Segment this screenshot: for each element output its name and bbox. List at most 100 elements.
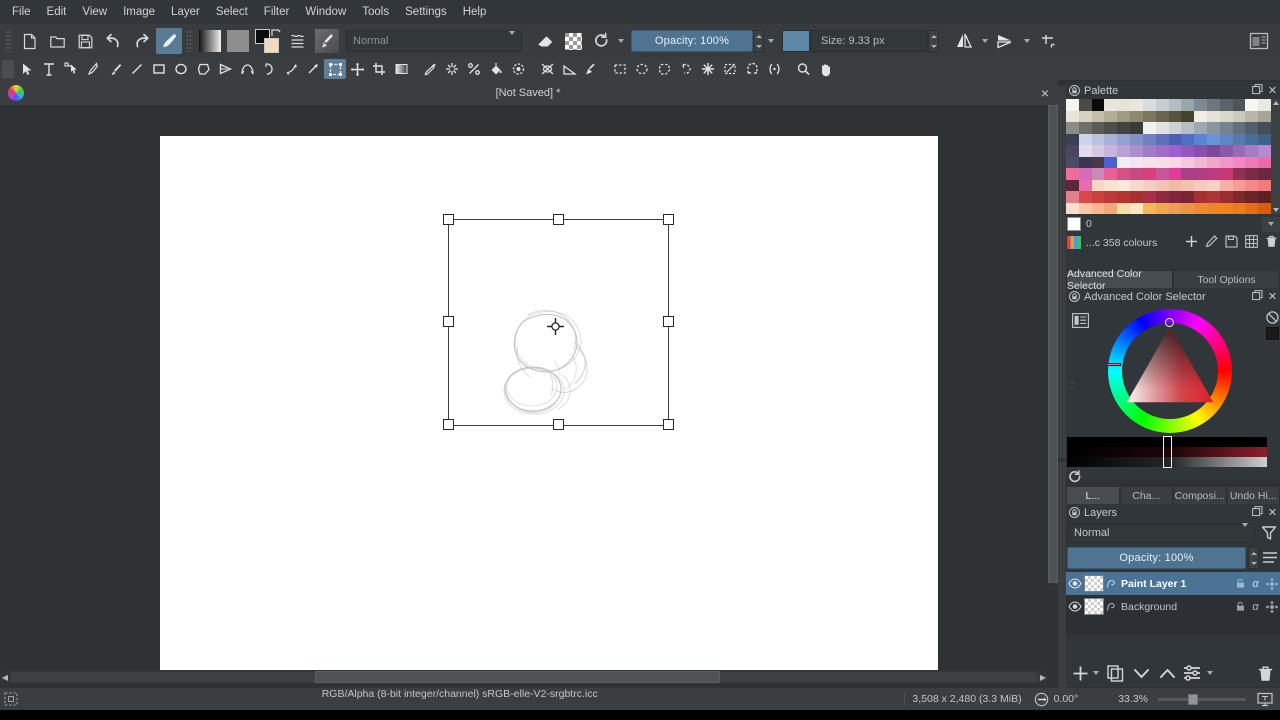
- current-foreground-color[interactable]: [1266, 327, 1279, 340]
- tool-magnetic-selection[interactable]: [741, 59, 763, 79]
- palette-swatch[interactable]: [1066, 145, 1079, 157]
- scroll-left-arrow[interactable]: ◀: [0, 671, 10, 683]
- palette-swatch[interactable]: [1130, 99, 1143, 111]
- palette-swatch[interactable]: [1219, 122, 1233, 134]
- palette-swatch[interactable]: [1168, 110, 1182, 122]
- palette-swatch[interactable]: [1181, 99, 1195, 111]
- tool-rectangle[interactable]: [148, 59, 170, 79]
- palette-swatch[interactable]: [1232, 168, 1246, 180]
- palette-swatch[interactable]: [1117, 179, 1131, 191]
- palette-swatch[interactable]: [1104, 168, 1118, 180]
- reset-color-icon[interactable]: [1068, 470, 1082, 487]
- dock-splitter-bottom[interactable]: [1058, 462, 1066, 688]
- palette-swatch[interactable]: [1181, 156, 1195, 168]
- palette-swatch[interactable]: [1104, 133, 1118, 145]
- opacity-spinner[interactable]: [753, 30, 764, 52]
- tab-layers[interactable]: L...: [1066, 486, 1120, 504]
- palette-swatch[interactable]: [1219, 168, 1233, 180]
- transform-center-crosshair[interactable]: [547, 318, 564, 335]
- palette-swatch[interactable]: [1245, 202, 1259, 214]
- palette-swatch[interactable]: [1091, 168, 1105, 180]
- palette-swatch[interactable]: [1078, 202, 1092, 214]
- palette-swatch[interactable]: [1130, 191, 1143, 203]
- palette-swatch[interactable]: [1142, 179, 1156, 191]
- blending-mode-combo[interactable]: Normal: [346, 30, 522, 52]
- palette-selector-dropdown[interactable]: [1262, 216, 1280, 232]
- palette-swatch[interactable]: [1104, 145, 1118, 157]
- brush-size-swatch[interactable]: [782, 30, 810, 52]
- palette-swatch[interactable]: [1142, 191, 1156, 203]
- tool-text[interactable]: [38, 59, 60, 79]
- palette-swatch[interactable]: [1142, 168, 1156, 180]
- palette-swatch[interactable]: [1219, 99, 1233, 111]
- canvas-paper[interactable]: [160, 136, 938, 670]
- choose-brush-preset-icon[interactable]: [313, 28, 341, 54]
- palette-swatch[interactable]: [1104, 122, 1118, 134]
- grid-view-icon[interactable]: [1245, 234, 1258, 251]
- menu-image[interactable]: Image: [115, 2, 163, 22]
- palette-swatch[interactable]: [1245, 99, 1259, 111]
- add-layer-dropdown-arrow[interactable]: [1090, 671, 1102, 675]
- menu-layer[interactable]: Layer: [163, 2, 208, 22]
- palette-swatch[interactable]: [1168, 156, 1182, 168]
- toolbar-grip-2[interactable]: [186, 30, 193, 52]
- palette-swatch[interactable]: [1066, 133, 1079, 145]
- layer-alpha-icon[interactable]: α: [1248, 601, 1263, 613]
- palette-swatch[interactable]: [1142, 122, 1156, 134]
- palette-swatch[interactable]: [1232, 145, 1246, 157]
- tool-fill[interactable]: [485, 59, 507, 79]
- palette-swatch[interactable]: [1258, 156, 1271, 168]
- palette-swatch[interactable]: [1232, 110, 1246, 122]
- palette-swatch[interactable]: [1142, 202, 1156, 214]
- layer-onion-skin-icon[interactable]: [1263, 600, 1280, 613]
- open-document-icon[interactable]: [44, 28, 70, 54]
- palette-swatch[interactable]: [1091, 99, 1105, 111]
- tool-elliptical-selection[interactable]: [631, 59, 653, 79]
- palette-swatch[interactable]: [1155, 168, 1169, 180]
- palette-swatch[interactable]: [1232, 191, 1246, 203]
- menu-tools[interactable]: Tools: [354, 2, 397, 22]
- tool-polygonal-selection[interactable]: [653, 59, 675, 79]
- palette-swatch[interactable]: [1091, 191, 1105, 203]
- palette-swatch[interactable]: [1245, 122, 1259, 134]
- layer-opacity-spinner[interactable]: [1248, 547, 1259, 569]
- tool-color-picker[interactable]: [419, 59, 441, 79]
- close-dock-icon-2[interactable]: ✕: [1265, 290, 1280, 303]
- selection-mode-icon[interactable]: [0, 692, 22, 706]
- dock-lock-icon-3[interactable]: [1066, 506, 1082, 520]
- tool-bezier-selection[interactable]: [719, 59, 741, 79]
- palette-swatch[interactable]: [1168, 145, 1182, 157]
- menu-window[interactable]: Window: [297, 2, 354, 22]
- palette-swatch[interactable]: [1181, 122, 1195, 134]
- tool-multibrush[interactable]: [302, 59, 324, 79]
- palette-swatch[interactable]: [1206, 145, 1220, 157]
- palette-swatch[interactable]: [1194, 133, 1207, 145]
- palette-swatch[interactable]: [1206, 168, 1220, 180]
- menu-filter[interactable]: Filter: [256, 2, 298, 22]
- menu-file[interactable]: File: [4, 2, 39, 22]
- layer-name[interactable]: Background: [1117, 601, 1233, 613]
- palette-swatch[interactable]: [1219, 133, 1233, 145]
- palette-swatch[interactable]: [1091, 133, 1105, 145]
- vertical-scroll-thumb[interactable]: [1048, 105, 1058, 583]
- palette-swatch[interactable]: [1194, 122, 1207, 134]
- transform-handle-sw[interactable]: [443, 419, 454, 430]
- palette-swatch[interactable]: [1168, 191, 1182, 203]
- tool-polyline[interactable]: [214, 59, 236, 79]
- dock-splitter-top[interactable]: [1058, 86, 1066, 458]
- palette-swatch[interactable]: [1130, 202, 1143, 214]
- palette-swatch[interactable]: [1168, 202, 1182, 214]
- palette-swatch[interactable]: [1117, 145, 1131, 157]
- palette-swatch[interactable]: [1130, 110, 1143, 122]
- triangle-cursor[interactable]: [1165, 318, 1174, 327]
- float-dock-icon-2[interactable]: [1250, 289, 1265, 304]
- tool-edit-shapes[interactable]: [60, 59, 82, 79]
- palette-scrollbar[interactable]: [1271, 99, 1280, 214]
- palette-swatch[interactable]: [1104, 99, 1118, 111]
- palette-swatch[interactable]: [1078, 145, 1092, 157]
- palette-swatch[interactable]: [1206, 110, 1220, 122]
- tool-bezier-curve[interactable]: [236, 59, 258, 79]
- palette-swatch[interactable]: [1245, 168, 1259, 180]
- opacity-dropdown-arrow[interactable]: [764, 39, 778, 43]
- palette-swatch[interactable]: [1181, 110, 1195, 122]
